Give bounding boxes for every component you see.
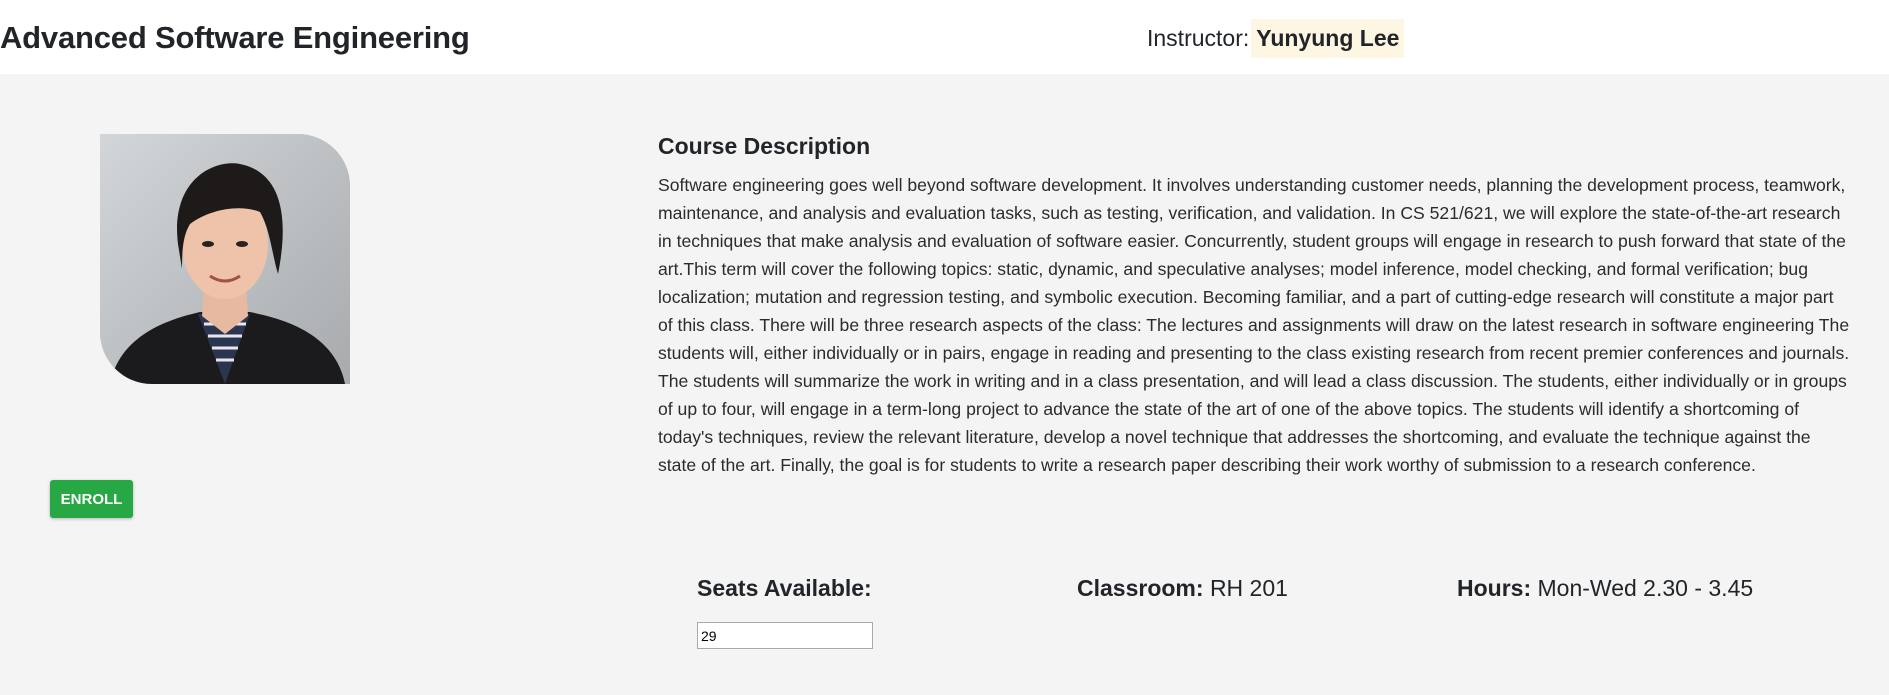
classroom-value: RH 201 (1209, 575, 1288, 601)
course-title: Advanced Software Engineering (0, 20, 470, 55)
seats-available-field[interactable] (697, 622, 873, 649)
instructor-name: Yunyung Lee (1251, 19, 1405, 58)
hours-label: Hours: (1457, 575, 1532, 601)
course-description-heading: Course Description (658, 133, 871, 159)
enroll-button[interactable]: ENROLL (50, 480, 133, 518)
instructor-portrait-image (100, 134, 350, 384)
hours-value: Mon-Wed 2.30 - 3.45 (1537, 575, 1754, 601)
seats-available-label: Seats Available: (697, 575, 872, 601)
seats-available: Seats Available: (697, 575, 872, 602)
hours-info: Hours: Mon-Wed 2.30 - 3.45 (1457, 575, 1753, 602)
classroom-info: Classroom: RH 201 (1077, 575, 1288, 602)
course-description-text: Software engineering goes well beyond so… (658, 175, 1850, 475)
instructor-photo (100, 134, 350, 384)
classroom-label: Classroom: (1077, 575, 1204, 601)
page-header: Advanced Software Engineering Instructor… (0, 0, 1889, 74)
instructor-info: Instructor: Yunyung Lee (1147, 19, 1405, 58)
instructor-label: Instructor: (1147, 25, 1250, 51)
